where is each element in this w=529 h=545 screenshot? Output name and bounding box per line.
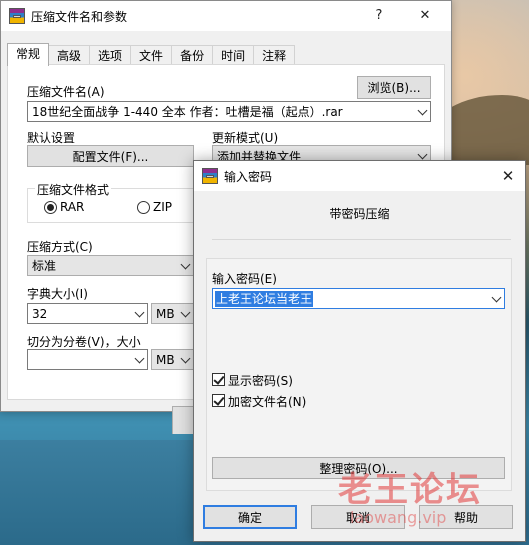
archive-name-label: 压缩文件名(A) <box>27 85 105 99</box>
password-window-title: 输入密码 <box>224 169 273 184</box>
tab-time[interactable]: 时间 <box>212 45 255 66</box>
archive-name-combo[interactable]: 18世纪全面战争 1-440 全本 作者：吐槽是福（起点）.rar <box>27 101 431 122</box>
wallpaper-sea <box>0 440 200 545</box>
tab-backup[interactable]: 备份 <box>171 45 214 66</box>
default-settings-label: 默认设置 <box>27 131 76 145</box>
winrar-app-icon <box>9 8 25 24</box>
archive-format-label: 压缩文件格式 <box>35 181 112 198</box>
chevron-down-icon <box>134 353 145 363</box>
help-button[interactable]: 帮助 <box>419 505 513 529</box>
winrar-app-icon <box>202 168 218 184</box>
divider <box>212 239 511 240</box>
window-title: 压缩文件名和参数 <box>31 9 128 24</box>
dictionary-size-value: 32 <box>32 306 48 321</box>
dictionary-unit-value: MB <box>156 306 175 321</box>
show-password-checkbox[interactable] <box>212 373 225 386</box>
tab-comment[interactable]: 注释 <box>253 45 296 66</box>
show-password-label: 显示密码(S) <box>228 374 293 388</box>
close-icon[interactable]: ✕ <box>491 161 525 191</box>
chevron-down-icon <box>417 149 428 160</box>
enter-password-label: 输入密码(E) <box>212 270 277 287</box>
help-title-button[interactable]: ? <box>359 1 399 31</box>
chevron-down-icon <box>180 259 191 269</box>
chevron-down-icon <box>180 307 191 317</box>
split-volumes-label: 切分为分卷(V)，大小 <box>27 335 141 349</box>
dictionary-unit-combo[interactable]: MB <box>151 303 194 324</box>
update-mode-label: 更新模式(U) <box>212 131 279 145</box>
title-bar: 压缩文件名和参数 ? ✕ <box>1 1 451 31</box>
chevron-down-icon <box>180 353 191 363</box>
compression-method-value: 标准 <box>32 259 57 273</box>
split-unit-combo[interactable]: MB <box>151 349 194 370</box>
password-input[interactable]: 上老王论坛当老王 <box>212 288 505 309</box>
tab-advanced[interactable]: 高级 <box>48 45 91 66</box>
cancel-button[interactable]: 取消 <box>311 505 405 529</box>
encrypt-names-checkbox[interactable] <box>212 394 225 407</box>
tab-options[interactable]: 选项 <box>89 45 132 66</box>
profiles-button[interactable]: 配置文件(F)... <box>27 145 194 167</box>
compression-method-label: 压缩方式(C) <box>27 240 93 254</box>
organize-passwords-button[interactable]: 整理密码(O)... <box>212 457 505 479</box>
chevron-down-icon <box>134 307 145 317</box>
split-unit-value: MB <box>156 352 175 367</box>
password-heading: 带密码压缩 <box>329 207 390 221</box>
encrypt-names-label: 加密文件名(N) <box>228 395 307 409</box>
tab-strip: 常规 高级 选项 文件 备份 时间 注释 <box>7 43 296 66</box>
enter-password-dialog: 输入密码 ✕ 带密码压缩 输入密码(E) 上老王论坛当老王 显示密码(S) 加密… <box>193 160 526 542</box>
tab-files[interactable]: 文件 <box>130 45 173 66</box>
chevron-down-icon <box>417 105 428 115</box>
tab-general[interactable]: 常规 <box>7 43 50 66</box>
dictionary-size-combo[interactable]: 32 <box>27 303 148 324</box>
password-title-bar: 输入密码 ✕ <box>194 161 525 191</box>
enter-password-label-text: 输入密码(E) <box>212 272 277 286</box>
zip-radio[interactable] <box>137 201 150 214</box>
rar-label: RAR <box>60 200 85 214</box>
chevron-down-icon <box>491 292 502 302</box>
rar-radio[interactable] <box>44 201 57 214</box>
ok-button[interactable]: 确定 <box>203 505 297 529</box>
password-value: 上老王论坛当老王 <box>215 290 314 307</box>
browse-button[interactable]: 浏览(B)... <box>357 76 431 99</box>
dictionary-size-label: 字典大小(I) <box>27 287 88 301</box>
split-size-combo[interactable] <box>27 349 148 370</box>
zip-label: ZIP <box>153 200 172 214</box>
compression-method-combo[interactable]: 标准 <box>27 255 194 276</box>
close-icon[interactable]: ✕ <box>405 1 445 31</box>
archive-name-value: 18世纪全面战争 1-440 全本 作者：吐槽是福（起点）.rar <box>32 105 343 119</box>
